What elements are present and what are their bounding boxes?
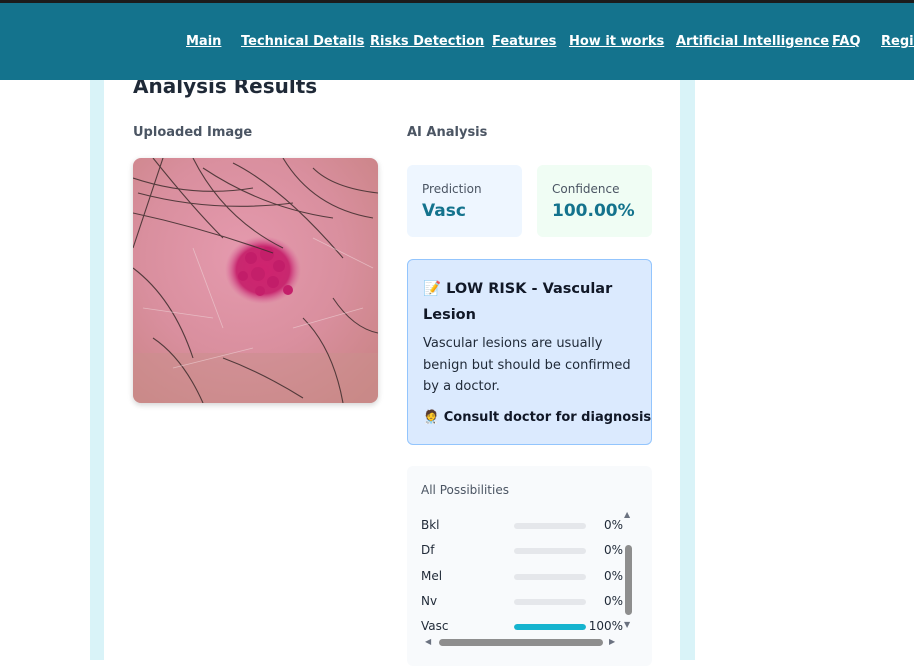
possibility-percent: 0%	[603, 543, 623, 557]
scroll-down-arrow-icon[interactable]: ▼	[624, 621, 630, 629]
risk-heading: 📝 LOW RISK - Vascular Lesion	[423, 276, 638, 328]
possibility-row: Vasc 100%	[407, 617, 637, 637]
nav-link-artificial-intelligence[interactable]: Artificial Intelligence	[676, 34, 829, 49]
nav-link-features[interactable]: Features	[492, 34, 556, 49]
risk-description: Vascular lesions are usually benign but …	[423, 336, 631, 394]
possibilities-panel[interactable]: All Possibilities Bkl 0% Df 0% Mel 0% Nv 0% Vasc…	[407, 466, 652, 666]
possibility-label: Nv	[421, 594, 438, 608]
possibility-label: Vasc	[421, 619, 449, 633]
possibility-row: Nv 0%	[407, 592, 637, 612]
scroll-left-arrow-icon[interactable]: ◀	[425, 638, 431, 646]
possibility-label: Df	[421, 543, 435, 557]
uploaded-skin-image	[133, 158, 378, 403]
nav-link-risks-detection[interactable]: Risks Detection	[370, 34, 484, 49]
prediction-value: Vasc	[422, 201, 466, 221]
prediction-card: Prediction Vasc	[407, 165, 522, 237]
possibility-bar-track	[514, 599, 586, 605]
health-worker-icon: 🧑‍⚕️	[423, 410, 440, 425]
possibility-label: Mel	[421, 569, 443, 583]
nav-link-main[interactable]: Main	[186, 34, 221, 49]
possibility-percent: 0%	[603, 594, 623, 608]
confidence-card: Confidence 100.00%	[537, 165, 652, 237]
ai-analysis-label: AI Analysis	[407, 125, 488, 140]
consult-text: Consult doctor for diagnosis	[443, 410, 652, 425]
vertical-scrollbar-thumb[interactable]	[625, 545, 632, 615]
possibility-bar-fill	[514, 624, 586, 630]
nav-link-technical-details[interactable]: Technical Details	[241, 34, 364, 49]
nav-link-register[interactable]: Regis	[881, 34, 914, 49]
possibility-row: Mel 0%	[407, 567, 637, 587]
possibility-row: Df 0%	[407, 541, 637, 561]
possibilities-title: All Possibilities	[421, 483, 509, 497]
possibility-label: Bkl	[421, 518, 440, 532]
confidence-value: 100.00%	[552, 201, 635, 221]
possibility-percent: 100%	[588, 619, 623, 633]
possibility-bar-track	[514, 574, 586, 580]
possibility-bar-track	[514, 523, 586, 529]
top-navbar: Main Technical Details Risks Detection F…	[0, 3, 914, 80]
possibility-row: Bkl 0%	[407, 516, 637, 536]
horizontal-scrollbar-thumb[interactable]	[439, 639, 603, 646]
possibility-percent: 0%	[603, 518, 623, 532]
possibility-bar-track	[514, 548, 586, 554]
possibility-bar-track	[514, 624, 586, 630]
possibility-percent: 0%	[603, 569, 623, 583]
consult-note: 🧑‍⚕️ Consult doctor for diagnosis	[423, 410, 651, 425]
nav-link-faq[interactable]: FAQ	[832, 34, 861, 49]
scroll-right-arrow-icon[interactable]: ▶	[609, 638, 615, 646]
nav-link-how-it-works[interactable]: How it works	[569, 34, 664, 49]
confidence-label: Confidence	[552, 182, 620, 196]
memo-icon: 📝	[423, 281, 442, 297]
scroll-up-arrow-icon[interactable]: ▲	[624, 511, 630, 519]
prediction-label: Prediction	[422, 182, 482, 196]
risk-title-text: LOW RISK - Vascular Lesion	[423, 281, 613, 323]
uploaded-image-label: Uploaded Image	[133, 125, 253, 140]
risk-alert: 📝 LOW RISK - Vascular Lesion Vascular le…	[407, 259, 652, 445]
